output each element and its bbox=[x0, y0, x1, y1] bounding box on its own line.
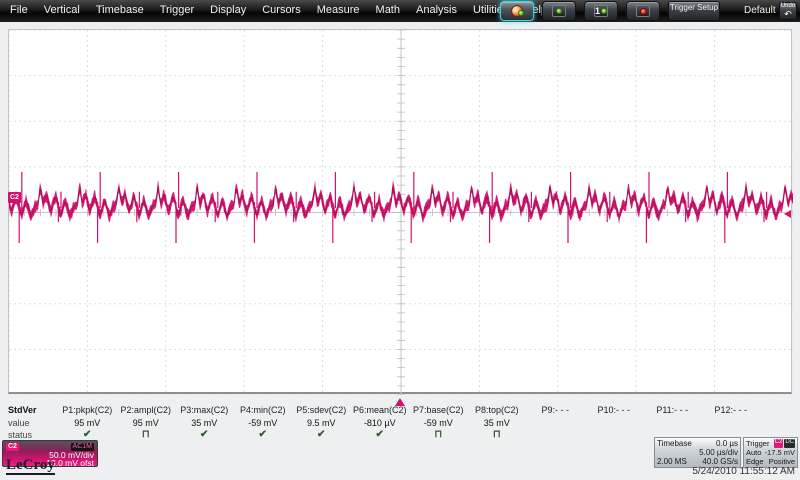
measurement-label: P1:pkpk(C2) bbox=[62, 405, 113, 415]
measurement-p9[interactable]: P9:- - - bbox=[526, 404, 585, 441]
trigger-level: -17.5 mV bbox=[764, 448, 795, 457]
timebase-samples: 2.00 MS bbox=[657, 457, 687, 466]
stop-trigger-button[interactable] bbox=[626, 1, 660, 21]
measurement-label: P3:max(C2) bbox=[180, 405, 229, 415]
measurement-p3[interactable]: P3:max(C2) 35 mV ✔ bbox=[175, 404, 234, 441]
timebase-rate: 40.0 GS/s bbox=[702, 457, 738, 466]
waveform-plot bbox=[9, 30, 793, 395]
measurement-row-headers: StdVer value status bbox=[8, 404, 37, 441]
measurement-label: P9:- - - bbox=[541, 405, 569, 415]
menu-item-analysis[interactable]: Analysis bbox=[408, 0, 465, 21]
menu-item-cursors[interactable]: Cursors bbox=[254, 0, 309, 21]
auto-trigger-button[interactable] bbox=[500, 1, 534, 21]
measurement-p10[interactable]: P10:- - - bbox=[585, 404, 644, 441]
measurement-label: P11:- - - bbox=[656, 405, 689, 415]
trigger-setup-button[interactable]: Trigger Setup bbox=[668, 1, 720, 21]
measurement-value: 9.5 mV bbox=[306, 418, 336, 428]
default-setup-label[interactable]: Default bbox=[744, 5, 776, 16]
measurement-p8[interactable]: P8:top(C2) 35 mV ⊓ bbox=[468, 404, 527, 441]
undo-button[interactable]: Undo ↶ bbox=[779, 2, 797, 20]
measurement-label: P7:base(C2) bbox=[412, 405, 464, 415]
measurement-value: 35 mV bbox=[483, 418, 510, 428]
measurement-value: -59 mV bbox=[423, 418, 453, 428]
measurement-value bbox=[585, 417, 644, 429]
measurement-value: 95 mV bbox=[132, 418, 159, 428]
trigger-coupling-badge: DC bbox=[784, 439, 795, 448]
measurement-p2[interactable]: P2:ampl(C2) 95 mV ⊓ bbox=[117, 404, 176, 441]
timebase-position: 0.0 µs bbox=[716, 439, 738, 448]
measurement-status-icon: ✔ bbox=[258, 429, 267, 440]
measurement-status-icon: ✔ bbox=[375, 429, 384, 440]
value-row-label: value bbox=[8, 418, 30, 428]
trigger-source-badge: C2 bbox=[773, 439, 784, 448]
menu-item-measure[interactable]: Measure bbox=[309, 0, 368, 21]
green-status-dot-icon bbox=[601, 8, 607, 14]
menu-item-math[interactable]: Math bbox=[368, 0, 408, 21]
single-trigger-button[interactable]: 1 bbox=[584, 1, 618, 21]
measurement-value bbox=[526, 417, 585, 429]
measurement-label: P2:ampl(C2) bbox=[120, 405, 171, 415]
measurement-label: P5:sdev(C2) bbox=[296, 405, 347, 415]
undo-arrow-icon: ↶ bbox=[784, 9, 792, 19]
measurement-p12[interactable]: P12:- - - bbox=[702, 404, 761, 441]
menu-item-display[interactable]: Display bbox=[202, 0, 254, 21]
measurement-value: 35 mV bbox=[191, 418, 218, 428]
firmware-version-label: StdVer bbox=[8, 405, 37, 415]
timebase-title: Timebase bbox=[657, 439, 692, 448]
menu-item-vertical[interactable]: Vertical bbox=[36, 0, 88, 21]
green-status-dot-icon bbox=[556, 8, 562, 14]
measurement-value: -59 mV bbox=[248, 418, 278, 428]
red-stop-dot-icon bbox=[639, 7, 647, 15]
trigger-type: Edge bbox=[746, 457, 764, 466]
trigger-slope: Positive bbox=[768, 457, 795, 466]
screen-icon bbox=[636, 5, 650, 17]
timebase-scale: 5.00 µs/div bbox=[699, 448, 738, 457]
waveform-grid[interactable]: C2 bbox=[8, 29, 793, 395]
measurement-label: P10:- - - bbox=[597, 405, 630, 415]
channel-c2-marker[interactable]: C2 bbox=[8, 192, 21, 203]
trigger-mode-buttons: 1 bbox=[500, 1, 660, 21]
datetime-label: 5/24/2010 11:55:12 AM bbox=[692, 466, 795, 477]
trigger-descriptor[interactable]: Trigger C2 DC Auto -17.5 mV Edge Positiv… bbox=[743, 437, 798, 468]
measurement-p5[interactable]: P5:sdev(C2) 9.5 mV ✔ bbox=[292, 404, 351, 441]
measurement-status-icon: ⊓ bbox=[141, 429, 150, 440]
menu-item-timebase[interactable]: Timebase bbox=[88, 0, 152, 21]
measurement-p4[interactable]: P4:min(C2) -59 mV ✔ bbox=[234, 404, 293, 441]
measurement-label: P4:min(C2) bbox=[239, 405, 286, 415]
measurement-status-icon: ⊓ bbox=[434, 429, 443, 440]
measurement-label: P8:top(C2) bbox=[474, 405, 519, 415]
menu-item-file[interactable]: File bbox=[2, 0, 36, 21]
measurement-columns: P1:pkpk(C2) 95 mV ✔ P2:ampl(C2) 95 mV ⊓ … bbox=[58, 404, 760, 441]
menu-items: File Vertical Timebase Trigger Display C… bbox=[2, 0, 555, 21]
trigger-title: Trigger bbox=[746, 439, 770, 448]
timebase-descriptor[interactable]: Timebase 0.0 µs 5.00 µs/div 2.00 MS 40.0… bbox=[654, 437, 741, 468]
measurement-p1[interactable]: P1:pkpk(C2) 95 mV ✔ bbox=[58, 404, 117, 441]
lecroy-logo: LeCroy bbox=[6, 457, 55, 475]
measurement-label: P6:mean(C2) bbox=[352, 405, 407, 415]
trigger-level-marker-icon[interactable] bbox=[784, 210, 791, 218]
measurement-p11[interactable]: P11:- - - bbox=[643, 404, 702, 441]
green-status-dot-icon bbox=[518, 10, 524, 16]
measurement-label: P12:- - - bbox=[714, 405, 747, 415]
screen-icon bbox=[552, 5, 566, 17]
measurement-status-icon: ✔ bbox=[317, 429, 326, 440]
trigger-mode: Auto bbox=[746, 448, 762, 457]
normal-trigger-button[interactable] bbox=[542, 1, 576, 21]
single-count-label: 1 bbox=[595, 6, 601, 16]
measurement-value bbox=[702, 417, 761, 429]
menu-bar: File Vertical Timebase Trigger Display C… bbox=[0, 0, 800, 22]
measurement-status-icon: ⊓ bbox=[492, 429, 501, 440]
measurement-p7[interactable]: P7:base(C2) -59 mV ⊓ bbox=[409, 404, 468, 441]
channel-badge: C2 bbox=[6, 442, 19, 451]
measurement-value: 95 mV bbox=[74, 418, 101, 428]
measurement-status-icon bbox=[526, 429, 585, 441]
screen-icon: 1 bbox=[594, 5, 608, 17]
measurement-value: -810 µV bbox=[363, 418, 396, 428]
measurement-p6[interactable]: P6:mean(C2) -810 µV ✔ bbox=[351, 404, 410, 441]
measurement-status-icon bbox=[585, 429, 644, 441]
menu-item-trigger[interactable]: Trigger bbox=[152, 0, 202, 21]
measurement-status-icon: ✔ bbox=[200, 429, 209, 440]
measurement-value bbox=[643, 417, 702, 429]
